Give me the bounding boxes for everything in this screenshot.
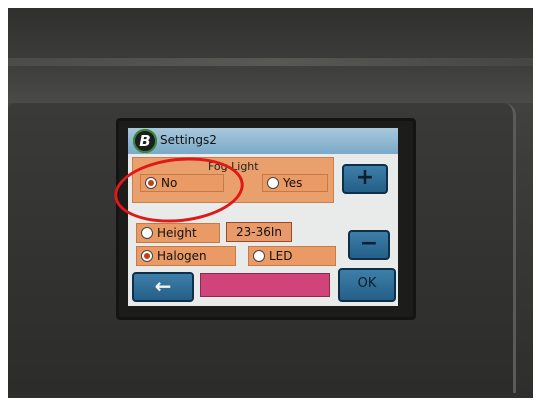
radio-unselected-icon	[141, 227, 153, 239]
title-bar: B Settings2	[128, 128, 398, 154]
radio-unselected-icon	[267, 177, 279, 189]
lamp-option-halogen[interactable]: Halogen	[136, 246, 236, 266]
brand-logo-icon: B	[133, 129, 157, 153]
lamp-option-led[interactable]: LED	[248, 246, 336, 266]
page-title: Settings2	[160, 133, 217, 147]
workbench-edge	[8, 58, 533, 66]
minus-button[interactable]: −	[348, 230, 390, 260]
radio-selected-icon	[141, 250, 153, 262]
back-button[interactable]: ←	[132, 272, 194, 302]
ok-button[interactable]: OK	[338, 268, 396, 302]
height-value: 23-36In	[226, 222, 292, 242]
status-message-bar	[200, 273, 330, 297]
plus-button[interactable]: +	[342, 164, 388, 194]
workbench-surface	[8, 8, 533, 103]
radio-unselected-icon	[253, 250, 265, 262]
fog-light-option-yes[interactable]: Yes	[262, 174, 328, 192]
height-option[interactable]: Height	[136, 223, 220, 243]
